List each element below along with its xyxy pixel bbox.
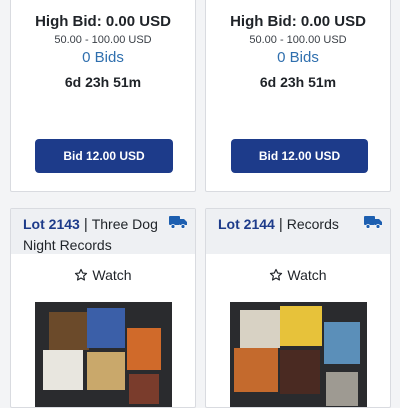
watch-label: Watch xyxy=(92,267,132,283)
lot-photo[interactable] xyxy=(230,302,367,407)
watch-button[interactable]: Watch xyxy=(206,267,390,283)
record-cover xyxy=(127,328,161,370)
bids-count-link[interactable]: 0 Bids xyxy=(206,49,390,66)
estimate-range: 50.00 - 100.00 USD xyxy=(249,34,347,46)
truck-icon xyxy=(364,216,382,229)
record-cover xyxy=(280,306,322,346)
lot-separator: | xyxy=(278,216,283,233)
high-bid-text: High Bid: 0.00 USD xyxy=(35,13,171,30)
high-bid-text: High Bid: 0.00 USD xyxy=(230,13,366,30)
bids-count-link[interactable]: 0 Bids xyxy=(11,49,195,66)
record-cover xyxy=(326,372,358,406)
record-cover xyxy=(234,348,278,392)
watch-label: Watch xyxy=(287,267,327,283)
record-cover xyxy=(324,322,360,364)
lot-photo[interactable] xyxy=(35,302,172,407)
lot-number-link[interactable]: Lot 2143 xyxy=(23,216,80,232)
record-cover xyxy=(240,310,280,348)
watch-button[interactable]: Watch xyxy=(11,267,195,283)
lot-separator: | xyxy=(83,216,88,233)
record-cover xyxy=(87,352,125,390)
record-cover xyxy=(280,350,320,394)
star-outline-icon xyxy=(75,268,88,281)
time-left: 6d 23h 51m xyxy=(64,74,142,90)
lot-card-2143[interactable]: Lot 2143 | Three Dog Night Records Watch xyxy=(10,208,196,408)
truck-icon xyxy=(169,216,187,229)
record-cover xyxy=(87,308,125,348)
lot-number-link[interactable]: Lot 2144 xyxy=(218,216,275,232)
lot-card-top-right: High Bid: 0.00 USD 50.00 - 100.00 USD 0 … xyxy=(205,0,391,192)
lot-title[interactable]: Records xyxy=(287,216,339,232)
bid-button[interactable]: Bid 12.00 USD xyxy=(231,139,368,173)
record-cover xyxy=(49,312,89,350)
bid-button[interactable]: Bid 12.00 USD xyxy=(35,139,173,173)
star-outline-icon xyxy=(270,268,283,281)
lot-header: Lot 2143 | Three Dog Night Records xyxy=(11,209,195,254)
record-cover xyxy=(43,350,83,390)
lot-card-2144[interactable]: Lot 2144 | Records Watch xyxy=(205,208,391,408)
lot-title[interactable]: Three Dog xyxy=(92,216,158,232)
lot-card-top-left: High Bid: 0.00 USD 50.00 - 100.00 USD 0 … xyxy=(10,0,196,192)
lot-title-continued[interactable]: Night Records xyxy=(23,236,185,254)
lot-header: Lot 2144 | Records xyxy=(206,209,390,254)
estimate-range: 50.00 - 100.00 USD xyxy=(54,34,152,46)
time-left: 6d 23h 51m xyxy=(259,74,337,90)
